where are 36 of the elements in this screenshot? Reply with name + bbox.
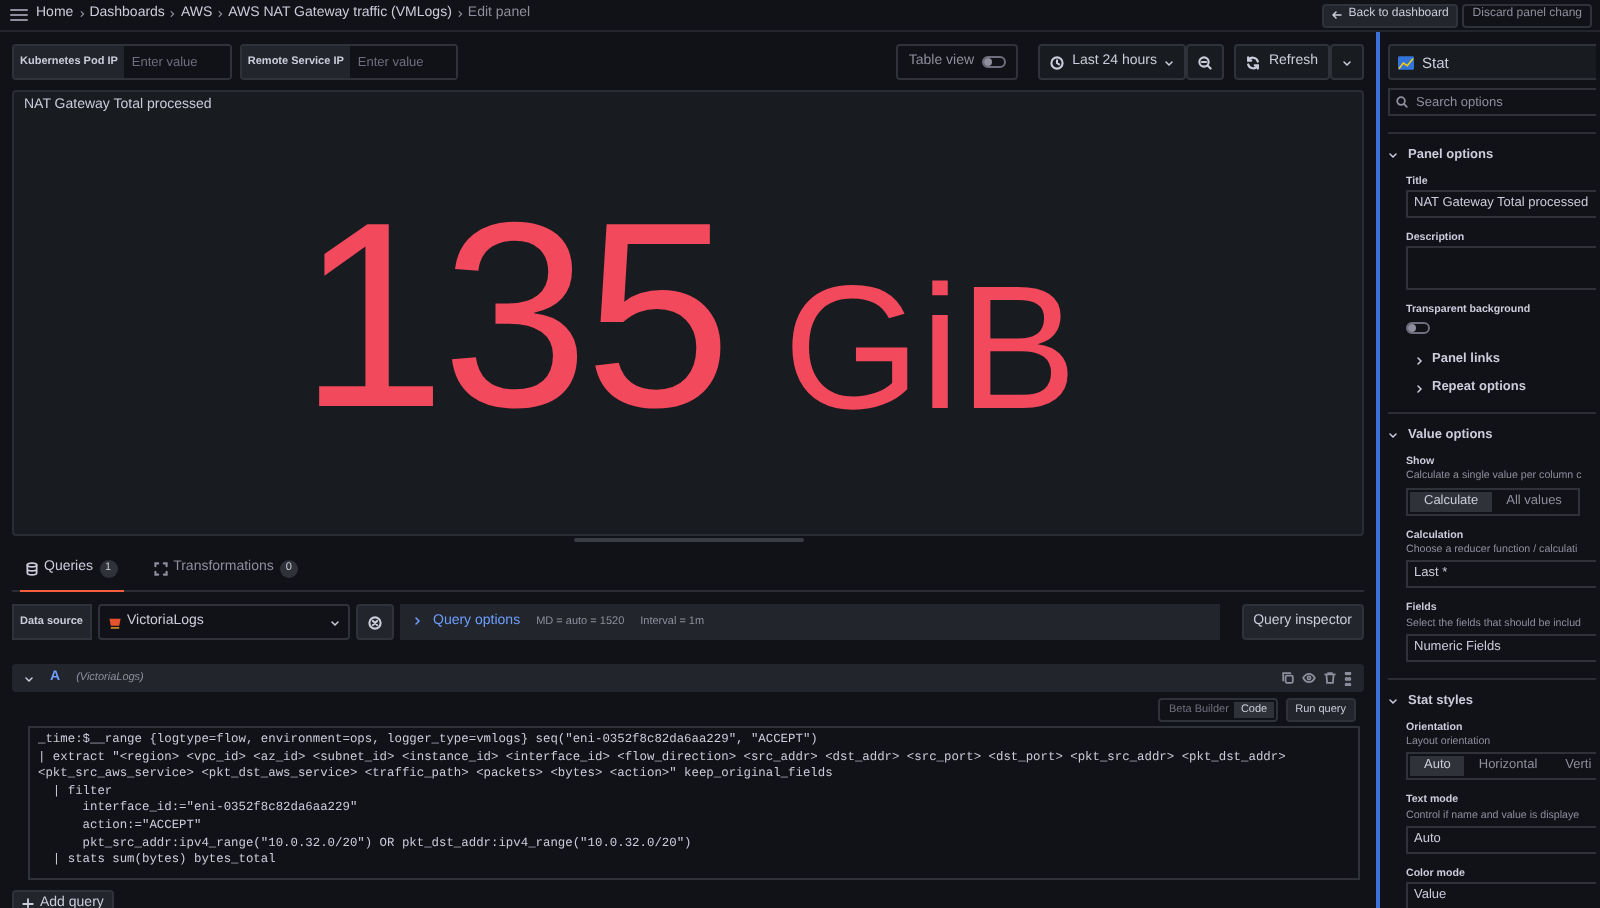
code-editor[interactable] [28, 726, 1360, 880]
chevron-right-icon [411, 616, 421, 627]
logs-logo-icon [107, 615, 121, 629]
refresh-icon [1246, 55, 1261, 69]
chevron-right-icon[interactable] [1414, 355, 1424, 366]
chevron-down-icon[interactable] [24, 673, 34, 683]
zoom-out-button[interactable] [1186, 44, 1225, 80]
chevron-down-icon[interactable] [1388, 150, 1398, 161]
chevron-down-icon[interactable] [1388, 696, 1398, 707]
chevron-right-icon [216, 10, 225, 19]
plus-icon [22, 898, 34, 908]
stat-unit: GiB [783, 259, 1077, 436]
caret-icon [1164, 57, 1175, 67]
chevron-right-icon [77, 10, 86, 19]
clock-icon [1050, 55, 1065, 69]
arrow-left-icon [1332, 10, 1343, 20]
caret-icon [1342, 57, 1352, 67]
database-icon [26, 562, 38, 576]
caret-icon [329, 617, 339, 627]
chevron-down-icon[interactable] [1388, 430, 1398, 441]
toggle-switch[interactable] [1406, 321, 1430, 334]
eye-icon[interactable] [1302, 672, 1316, 684]
trash-icon[interactable] [1324, 672, 1336, 684]
chevron-right-icon [168, 10, 177, 19]
menu-icon[interactable] [10, 8, 28, 22]
transform-icon [153, 562, 168, 576]
circle-x-icon [367, 615, 381, 629]
zoom-out-icon [1198, 55, 1213, 69]
drag-handle-icon[interactable] [1344, 671, 1352, 685]
chevron-right-icon[interactable] [1414, 383, 1424, 394]
stat-chart-icon [1398, 55, 1414, 69]
copy-icon[interactable] [1282, 672, 1294, 684]
description-input[interactable] [1406, 246, 1596, 291]
help-button[interactable] [355, 604, 393, 640]
chevron-right-icon [455, 10, 464, 19]
stat-value: 135 [299, 183, 728, 448]
